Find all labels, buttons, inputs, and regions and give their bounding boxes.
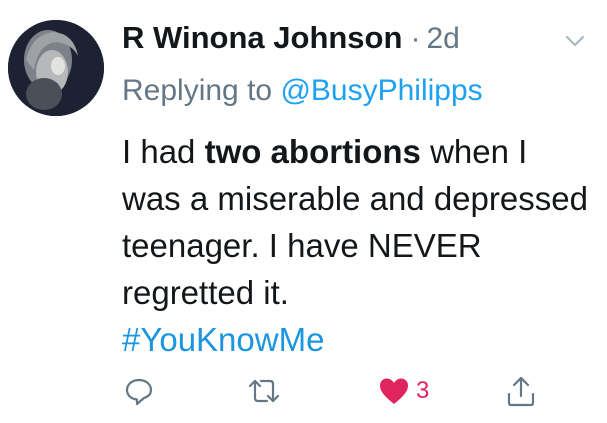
tweet-actions: 3 [0,373,607,413]
author-name[interactable]: R Winona Johnson [122,20,402,56]
heart-icon [380,378,408,404]
like-button[interactable]: 3 [378,373,429,409]
replying-handle-link[interactable]: @BusyPhilipps [280,74,482,107]
share-icon [507,376,535,407]
like-count: 3 [416,377,430,404]
timestamp[interactable]: 2d [426,22,459,56]
tweet-text: I had two abortions when I was a miserab… [122,128,592,363]
tweet-text-bold: two abortions [204,133,421,170]
retweet-icon [248,379,280,403]
chevron-down-icon[interactable] [562,28,588,54]
separator-dot: · [410,22,421,55]
reply-icon [125,378,153,406]
tweet-text-part1: I had [122,133,196,170]
retweet-button[interactable] [247,373,281,409]
avatar[interactable] [8,20,104,116]
tweet-header: R Winona Johnson · 2d [122,20,460,56]
share-button[interactable] [506,373,536,409]
hashtag-link[interactable]: #YouKnowMe [122,321,324,358]
replying-prefix: Replying to [122,74,273,107]
replying-to: Replying to @BusyPhilipps [122,74,483,108]
reply-button[interactable] [124,373,154,409]
avatar-image [8,20,104,116]
